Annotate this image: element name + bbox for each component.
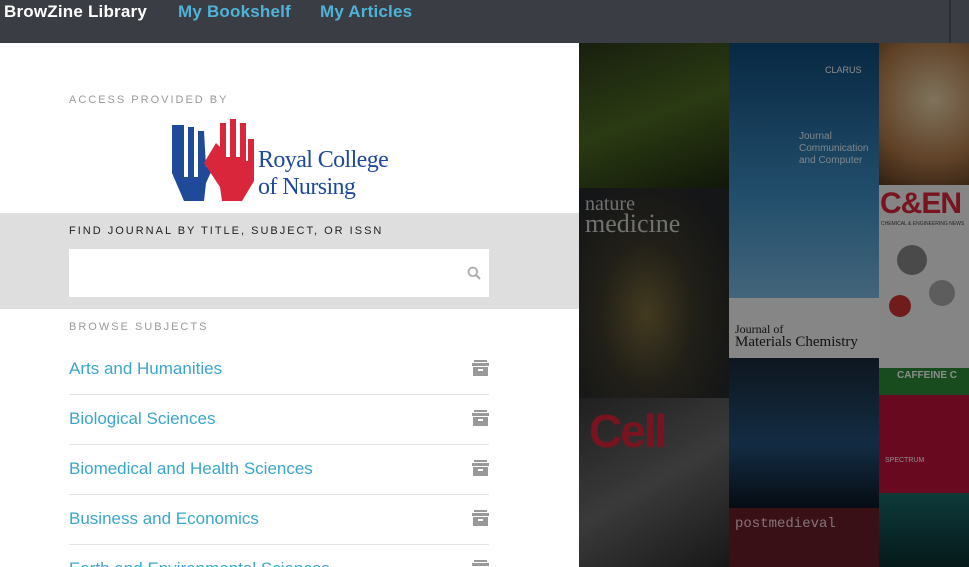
subject-item-arts-humanities[interactable]: Arts and Humanities — [69, 345, 489, 395]
subject-label[interactable]: Biological Sciences — [69, 409, 215, 429]
nav-my-bookshelf[interactable]: My Bookshelf — [178, 2, 291, 22]
search-icon[interactable] — [467, 266, 481, 280]
journal-cover-collage: nature medicine Cell CLARUS Journal Comm… — [579, 43, 969, 567]
logo-line-1: Royal College — [258, 147, 389, 173]
topbar-divider — [949, 0, 951, 43]
archive-icon[interactable] — [472, 460, 489, 476]
subject-label[interactable]: Earth and Environmental Sciences — [69, 559, 330, 567]
subject-label[interactable]: Business and Economics — [69, 509, 259, 529]
logo-line-2: of Nursing — [258, 174, 356, 200]
subject-item-earth-environmental[interactable]: Earth and Environmental Sciences — [69, 545, 489, 567]
archive-icon[interactable] — [472, 510, 489, 526]
top-nav-bar: BrowZine Library My Bookshelf My Article… — [0, 0, 969, 43]
browse-subjects-label: BROWSE SUBJECTS — [69, 321, 209, 333]
search-box[interactable] — [69, 249, 489, 297]
search-section: FIND JOURNAL BY TITLE, SUBJECT, OR ISSN — [0, 213, 579, 309]
journal-search-input[interactable] — [69, 249, 459, 297]
subject-item-business-economics[interactable]: Business and Economics — [69, 495, 489, 545]
library-logo: Royal College of Nursing — [170, 117, 400, 207]
subject-list: Arts and Humanities Biological Sciences … — [69, 345, 489, 567]
archive-icon[interactable] — [472, 410, 489, 426]
subject-item-biomedical-health[interactable]: Biomedical and Health Sciences — [69, 445, 489, 495]
hands-logo-icon — [172, 119, 254, 201]
search-label: FIND JOURNAL BY TITLE, SUBJECT, OR ISSN — [69, 225, 384, 237]
subject-item-biological-sciences[interactable]: Biological Sciences — [69, 395, 489, 445]
library-panel: ACCESS PROVIDED BY Royal College of Nurs… — [0, 43, 579, 567]
nav-my-articles[interactable]: My Articles — [320, 2, 412, 22]
brand-title[interactable]: BrowZine Library — [4, 2, 147, 22]
archive-icon[interactable] — [472, 560, 489, 567]
archive-icon[interactable] — [472, 360, 489, 376]
access-provided-label: ACCESS PROVIDED BY — [69, 94, 229, 106]
subject-label[interactable]: Biomedical and Health Sciences — [69, 459, 313, 479]
collage-dark-overlay — [579, 43, 969, 567]
logo-text: Royal College of Nursing — [258, 147, 389, 201]
subject-label[interactable]: Arts and Humanities — [69, 359, 222, 379]
